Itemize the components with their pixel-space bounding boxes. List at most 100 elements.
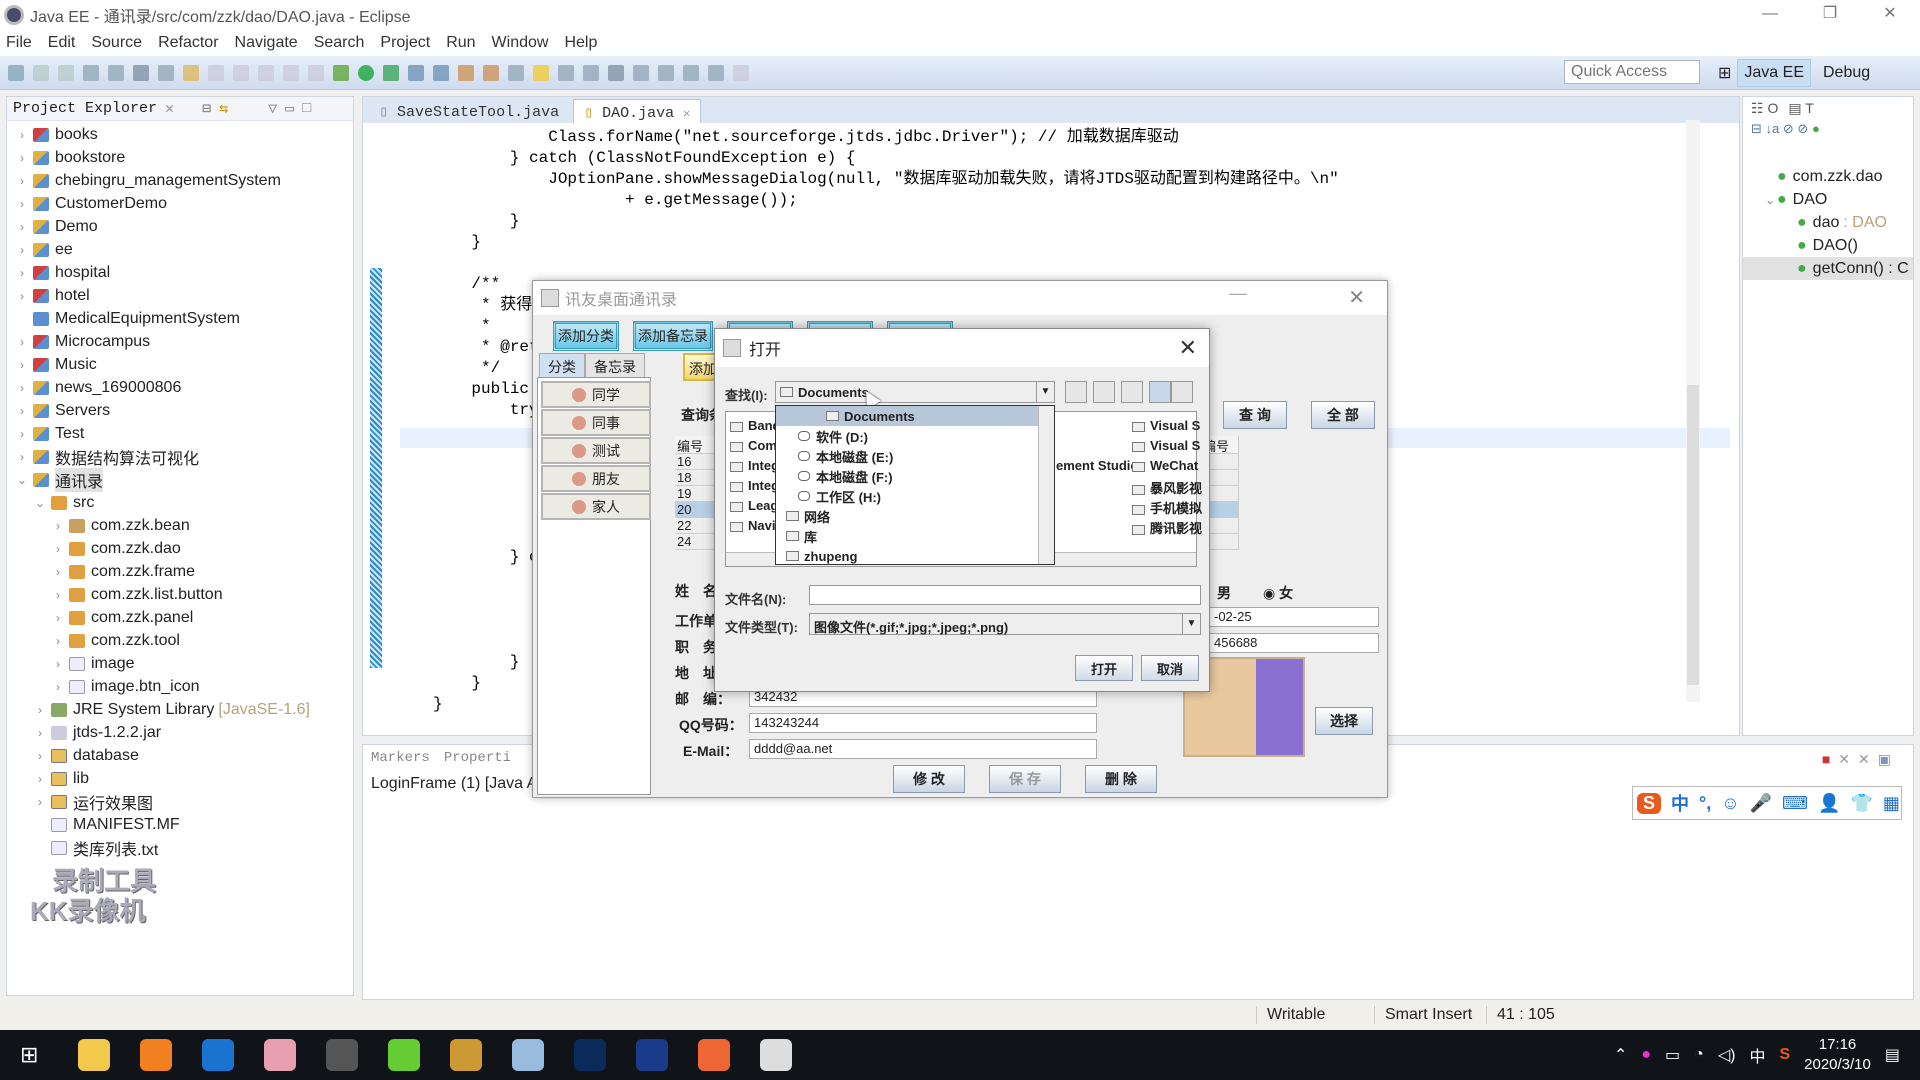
expand-toggle-icon[interactable]: › xyxy=(15,128,29,142)
gender-male-label[interactable]: 男 xyxy=(1217,583,1231,603)
tree-item[interactable]: › Microcampus xyxy=(7,330,353,353)
expand-toggle-icon[interactable]: ⌄ xyxy=(1763,193,1777,207)
code-line[interactable]: JOptionPane.showMessageDialog(null, "数据库… xyxy=(433,169,1338,190)
ime-skin-icon[interactable]: 👕 xyxy=(1850,793,1872,814)
tree-item[interactable]: ⌄ src xyxy=(7,491,353,514)
tree-item[interactable]: › lib xyxy=(7,767,353,790)
query-button[interactable]: 查 询 xyxy=(1223,401,1287,429)
dropdown-option[interactable]: 本地磁盘 (E:) xyxy=(776,446,1054,466)
terminate-icon[interactable] xyxy=(308,64,324,81)
code-line[interactable]: } catch (ClassNotFoundException e) { xyxy=(433,148,1339,169)
code-line[interactable] xyxy=(433,253,1339,274)
uc-browser-icon[interactable] xyxy=(140,1039,172,1071)
menu-file[interactable]: File xyxy=(6,34,32,52)
dropdown-option[interactable]: 本地磁盘 (F:) xyxy=(776,466,1054,486)
expand-toggle-icon[interactable]: › xyxy=(15,358,29,372)
expand-toggle-icon[interactable]: › xyxy=(51,657,65,671)
tree-item[interactable]: ⌄ 通讯录 xyxy=(7,467,353,492)
menu-source[interactable]: Source xyxy=(91,34,142,52)
debug-icon[interactable] xyxy=(333,64,349,81)
app-close-button[interactable]: ✕ xyxy=(1348,285,1365,310)
tree-item[interactable]: › 运行效果图 xyxy=(7,790,353,813)
email-field[interactable]: dddd@aa.net xyxy=(749,739,1097,759)
delete-button[interactable]: 删 除 xyxy=(1085,765,1157,793)
category-friends[interactable]: 朋友 xyxy=(541,465,651,492)
up-folder-button[interactable] xyxy=(1065,381,1087,403)
dropdown-option[interactable]: 软件 (D:) xyxy=(776,426,1054,446)
ime-punctuation[interactable]: °, xyxy=(1699,793,1711,814)
tree-item[interactable]: › jtds-1.2.2.jar xyxy=(7,721,353,744)
ime-emoji-icon[interactable]: ☺ xyxy=(1721,793,1739,814)
task-list-tab[interactable]: ▤ T xyxy=(1788,100,1813,118)
tree-item[interactable]: › Test xyxy=(7,422,353,445)
show-all-button[interactable]: 全 部 xyxy=(1311,401,1375,429)
expand-toggle-icon[interactable]: › xyxy=(51,634,65,648)
minimize-button[interactable]: — xyxy=(1740,0,1800,30)
perspective-java-ee[interactable]: Java EE xyxy=(1737,59,1811,87)
outline-item[interactable]: ⌄ ● DAO xyxy=(1743,188,1913,211)
outline-item[interactable]: ● com.zzk.dao xyxy=(1743,165,1913,188)
expand-toggle-icon[interactable]: › xyxy=(15,404,29,418)
tree-item[interactable]: › Demo xyxy=(7,215,353,238)
expand-toggle-icon[interactable]: › xyxy=(51,542,65,556)
forward-icon[interactable] xyxy=(708,64,724,81)
qq-field[interactable]: 143243244 xyxy=(749,713,1097,733)
hide-static-icon[interactable]: ⊘ xyxy=(1797,121,1808,136)
sogou-tray-icon[interactable]: S xyxy=(1779,1046,1790,1064)
outline-tab[interactable]: ☷ O xyxy=(1751,100,1778,118)
menu-navigate[interactable]: Navigate xyxy=(235,34,298,52)
app-minimize-button[interactable]: — xyxy=(1229,283,1247,304)
sort-icon[interactable]: ↓a xyxy=(1766,121,1780,136)
run-external-icon[interactable] xyxy=(383,64,399,81)
file-item[interactable]: 手机模拟 xyxy=(1132,498,1202,517)
expand-toggle-icon[interactable]: ⌄ xyxy=(15,473,29,487)
expand-toggle-icon[interactable]: › xyxy=(15,266,29,280)
modify-button[interactable]: 修 改 xyxy=(893,765,965,793)
maximize-view-icon[interactable]: □ xyxy=(302,100,311,117)
step-filter-icon[interactable] xyxy=(158,64,174,81)
clock[interactable]: 17:16 2020/3/10 xyxy=(1804,1035,1871,1075)
close-view-icon[interactable]: ✕ xyxy=(165,99,174,118)
notifications-icon[interactable]: ▤ xyxy=(1885,1045,1900,1065)
java-icon[interactable] xyxy=(760,1039,792,1071)
filetype-select[interactable]: 图像文件(*.gif;*.jpg;*.jpeg;*.png) ▼ xyxy=(809,613,1201,635)
dropdown-option[interactable]: 库 xyxy=(776,526,1054,546)
back-icon[interactable] xyxy=(683,64,699,81)
expand-toggle-icon[interactable]: › xyxy=(33,703,47,717)
gender-female-radio[interactable]: ◉ 女 xyxy=(1263,583,1293,603)
terminate-icon[interactable]: ■ xyxy=(1822,751,1838,767)
expand-toggle-icon[interactable]: › xyxy=(33,749,47,763)
save-icon[interactable] xyxy=(33,64,49,81)
globe-icon[interactable] xyxy=(608,64,624,81)
category-colleagues[interactable]: 同事 xyxy=(541,409,651,436)
expand-toggle-icon[interactable]: › xyxy=(33,795,47,809)
tree-item[interactable]: › news_169000806 xyxy=(7,376,353,399)
menu-help[interactable]: Help xyxy=(564,34,597,52)
expand-toggle-icon[interactable]: › xyxy=(51,588,65,602)
birthday-field[interactable]: -02-25 xyxy=(1209,607,1379,627)
editor-scrollbar-thumb[interactable] xyxy=(1687,385,1699,685)
code-line[interactable]: } xyxy=(433,232,1339,253)
dropdown-option[interactable]: 工作区 (H:) xyxy=(776,486,1054,506)
sogou-icon[interactable]: S xyxy=(1637,792,1662,814)
tree-item[interactable]: › com.zzk.dao xyxy=(7,537,353,560)
phone-field[interactable]: 456688 xyxy=(1209,633,1379,653)
tree-item[interactable]: MedicalEquipmentSystem xyxy=(7,307,353,330)
tree-item[interactable]: MANIFEST.MF xyxy=(7,813,353,836)
list-view-button[interactable] xyxy=(1149,381,1171,403)
suspend-icon[interactable] xyxy=(283,64,299,81)
tree-item[interactable]: › com.zzk.panel xyxy=(7,606,353,629)
expand-toggle-icon[interactable]: › xyxy=(15,381,29,395)
expand-toggle-icon[interactable]: › xyxy=(15,289,29,303)
properties-tab[interactable]: Properti xyxy=(444,750,511,766)
ime-chinese-mode[interactable]: 中 xyxy=(1671,790,1689,816)
tree-item[interactable]: 类库列表.txt xyxy=(7,836,353,859)
tree-item[interactable]: › books xyxy=(7,123,353,146)
menu-edit[interactable]: Edit xyxy=(48,34,76,52)
dropdown-arrow-icon[interactable]: ▼ xyxy=(1182,614,1200,634)
volume-icon[interactable]: ◁) xyxy=(1718,1045,1736,1065)
code-line[interactable]: Class.forName("net.sourceforge.jtds.jdbc… xyxy=(433,127,1339,148)
close-tab-icon[interactable]: ✕ xyxy=(683,107,690,121)
expand-toggle-icon[interactable]: › xyxy=(51,611,65,625)
details-view-button[interactable] xyxy=(1171,381,1193,403)
